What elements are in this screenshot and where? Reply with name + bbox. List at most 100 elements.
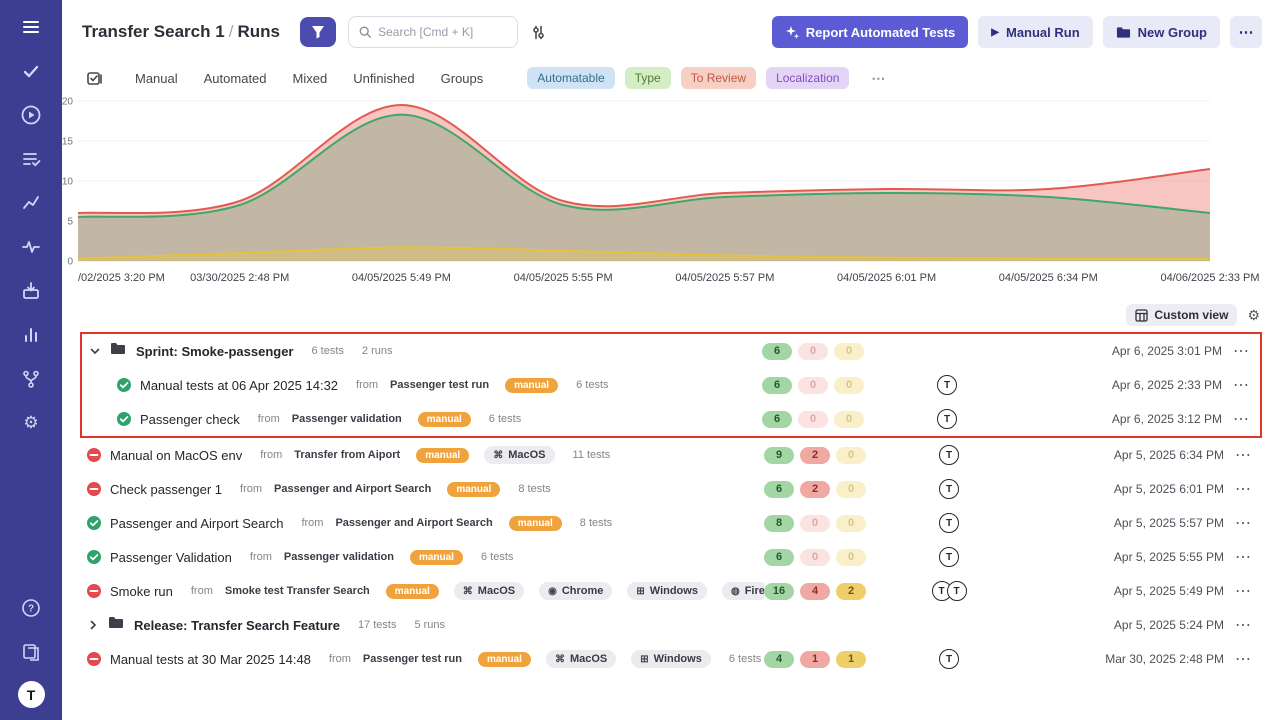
run-source[interactable]: Passenger validation xyxy=(284,551,394,563)
filter-chip-automatable[interactable]: Automatable xyxy=(527,67,614,89)
chevron-down-icon[interactable] xyxy=(88,345,102,357)
custom-view-button[interactable]: Custom view xyxy=(1126,304,1237,326)
row-more-button[interactable]: ⋯ xyxy=(1224,615,1262,635)
from-label: from xyxy=(240,483,262,495)
defects-icon[interactable] xyxy=(11,140,51,178)
run-title[interactable]: Manual tests at 06 Apr 2025 14:32 xyxy=(140,378,338,393)
manual-run-button[interactable]: ▶Manual Run xyxy=(978,16,1092,48)
run-row[interactable]: Manual tests at 06 Apr 2025 14:32fromPas… xyxy=(82,368,1260,402)
row-more-button[interactable]: ⋯ xyxy=(1222,375,1260,395)
run-title[interactable]: Passenger check xyxy=(140,412,240,427)
breadcrumb-project[interactable]: Transfer Search 1 xyxy=(82,22,225,41)
new-group-button[interactable]: New Group xyxy=(1103,16,1220,48)
test-cases-icon[interactable] xyxy=(11,52,51,90)
filter-button[interactable] xyxy=(300,17,336,47)
tab-manual[interactable]: Manual xyxy=(135,71,178,86)
runs-checklist-icon[interactable] xyxy=(86,70,103,87)
assignee-avatar[interactable]: T xyxy=(939,479,959,499)
env-icon-windows: ⊞ xyxy=(636,586,644,597)
docs-icon[interactable] xyxy=(11,633,51,671)
passed-count: 9 xyxy=(764,447,794,464)
run-row[interactable]: Passenger ValidationfromPassenger valida… xyxy=(80,540,1262,574)
run-source[interactable]: Passenger test run xyxy=(390,379,489,391)
run-row[interactable]: Passenger and Airport SearchfromPassenge… xyxy=(80,506,1262,540)
row-more-button[interactable]: ⋯ xyxy=(1224,479,1262,499)
header-more-button[interactable]: ⋯ xyxy=(1230,16,1262,48)
run-tests-count: 8 tests xyxy=(518,483,550,495)
row-left: Smoke runfromSmoke test Transfer Searchm… xyxy=(80,582,764,600)
run-source[interactable]: Passenger validation xyxy=(292,413,402,425)
row-more-button[interactable]: ⋯ xyxy=(1224,445,1262,465)
run-title[interactable]: Manual tests at 30 Mar 2025 14:48 xyxy=(110,652,311,667)
assignee-avatar[interactable]: T xyxy=(939,513,959,533)
run-row[interactable]: Passenger checkfromPassenger validationm… xyxy=(82,402,1260,436)
run-row[interactable]: Check passenger 1 from Passenger and Airpo… xyxy=(80,472,1262,506)
assignee-avatar[interactable]: T xyxy=(939,547,959,567)
integrations-icon[interactable] xyxy=(11,360,51,398)
assignee-avatar[interactable]: T xyxy=(937,409,957,429)
topbar: Transfer Search 1/Runs Report Automated … xyxy=(62,0,1280,64)
assignee-avatar[interactable]: T xyxy=(939,445,959,465)
assignee-avatar[interactable]: T xyxy=(937,375,957,395)
chips-more-button[interactable]: ⋯ xyxy=(871,70,885,87)
tab-groups[interactable]: Groups xyxy=(441,71,484,86)
failed-count: 0 xyxy=(798,411,828,428)
chevron-right-icon[interactable] xyxy=(86,619,100,631)
activity-icon[interactable] xyxy=(11,228,51,266)
run-tests-count: 11 tests xyxy=(573,449,611,461)
row-more-button[interactable]: ⋯ xyxy=(1224,581,1262,601)
filter-chip-type[interactable]: Type xyxy=(625,67,671,89)
sparkles-icon xyxy=(785,25,799,39)
run-source[interactable]: Transfer from Aiport xyxy=(294,449,400,461)
row-more-button[interactable]: ⋯ xyxy=(1224,547,1262,567)
row-more-button[interactable]: ⋯ xyxy=(1224,649,1262,669)
run-source[interactable]: Smoke test Transfer Search xyxy=(225,585,370,597)
run-tests-count: 6 tests xyxy=(481,551,513,563)
run-title[interactable]: Check passenger 1 xyxy=(110,482,222,497)
milestones-icon[interactable] xyxy=(11,184,51,222)
env-label: MacOS xyxy=(508,449,545,461)
row-left: Passenger checkfromPassenger validationm… xyxy=(82,411,762,427)
row-left: Passenger ValidationfromPassenger valida… xyxy=(80,549,764,565)
result-counts: 600 xyxy=(762,377,872,394)
row-more-button[interactable]: ⋯ xyxy=(1222,409,1260,429)
failed-count: 0 xyxy=(800,549,830,566)
search-settings-button[interactable] xyxy=(530,24,547,41)
row-left: Manual on MacOS envfromTransfer from Aip… xyxy=(80,446,764,464)
failed-count: 2 xyxy=(800,447,830,464)
assignee-avatar[interactable]: T xyxy=(947,581,967,601)
group-runs-count: 5 runs xyxy=(414,619,445,631)
run-title[interactable]: Passenger Validation xyxy=(110,550,232,565)
group-row[interactable]: Sprint: Smoke-passenger6 tests2 runs600A… xyxy=(82,334,1260,368)
row-more-button[interactable]: ⋯ xyxy=(1222,341,1260,361)
table-settings-button[interactable]: ⚙ xyxy=(1247,307,1260,324)
run-source[interactable]: Passenger test run xyxy=(363,653,462,665)
user-avatar[interactable]: T xyxy=(18,681,45,708)
run-row[interactable]: Smoke runfromSmoke test Transfer Searchm… xyxy=(80,574,1262,608)
report-automated-tests-button[interactable]: Report Automated Tests xyxy=(772,16,969,48)
filter-chip-localization[interactable]: Localization xyxy=(766,67,849,89)
run-source[interactable]: Passenger and Airport Search xyxy=(335,517,492,529)
run-title[interactable]: Passenger and Airport Search xyxy=(110,516,283,531)
run-title[interactable]: Smoke run xyxy=(110,584,173,599)
filter-chip-to-review[interactable]: To Review xyxy=(681,67,756,89)
reports-icon[interactable] xyxy=(11,316,51,354)
search-box[interactable] xyxy=(348,16,518,48)
help-icon[interactable]: ? xyxy=(11,589,51,627)
run-row[interactable]: Manual tests at 30 Mar 2025 14:48fromPas… xyxy=(80,642,1262,676)
run-title[interactable]: Manual on MacOS env xyxy=(110,448,242,463)
menu-icon[interactable] xyxy=(11,8,51,46)
run-row[interactable]: Manual on MacOS envfromTransfer from Aip… xyxy=(80,438,1262,472)
group-row[interactable]: Release: Transfer Search Feature17 tests… xyxy=(80,608,1262,642)
row-more-button[interactable]: ⋯ xyxy=(1224,513,1262,533)
tab-automated[interactable]: Automated xyxy=(204,71,267,86)
settings-icon[interactable]: ⚙ xyxy=(11,404,51,442)
assignee-avatar[interactable]: T xyxy=(939,649,959,669)
test-runs-icon[interactable] xyxy=(11,96,51,134)
tab-mixed[interactable]: Mixed xyxy=(293,71,328,86)
search-input[interactable] xyxy=(378,25,507,39)
test-plans-icon[interactable] xyxy=(11,272,51,310)
env-icon-macos: ⌘ xyxy=(493,450,503,461)
run-source[interactable]: Passenger and Airport Search xyxy=(274,483,431,495)
tab-unfinished[interactable]: Unfinished xyxy=(353,71,414,86)
